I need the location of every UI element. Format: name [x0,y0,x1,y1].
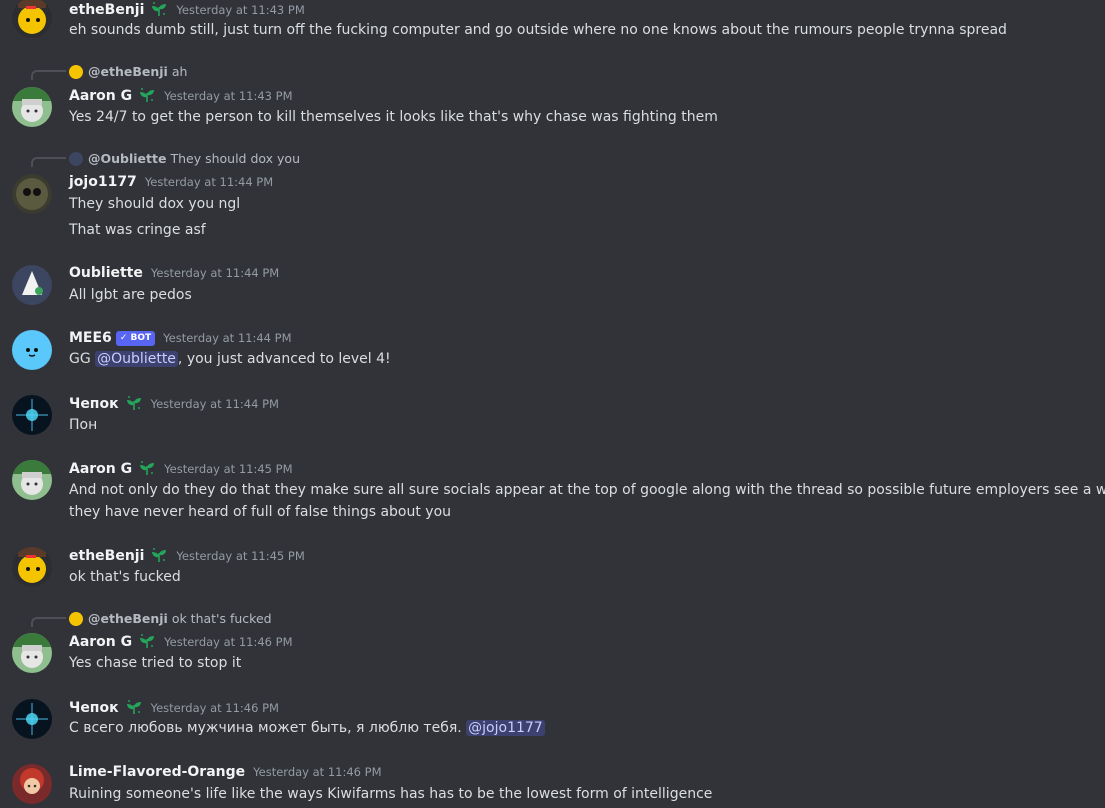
leaf-badge-icon [151,1,168,17]
reply-text: ok that's fucked [171,611,272,626]
author-name[interactable]: Aaron G [69,88,132,104]
author-name[interactable]: Lime-Flavored-Orange [69,764,245,780]
author-name[interactable]: Aaron G [69,461,132,477]
avatar-lime-flavored-orange[interactable] [12,764,52,804]
timestamp: Yesterday at 11:46 PM [150,701,279,715]
text-segment: С всего любовь мужчина может быть, я люб… [69,720,467,736]
author-name[interactable]: Aaron G [69,634,132,650]
leaf-badge-icon [139,87,155,103]
message-text: GG @Oubliette, you just advanced to leve… [69,351,391,367]
timestamp: Yesterday at 11:44 PM [150,266,280,280]
reply-avatar-icon [69,151,83,166]
reply-author[interactable]: @Oubliette [88,151,166,166]
avatar-aaron-g[interactable] [12,87,52,127]
bot-badge-label: BOT [130,333,152,343]
avatar-mee6[interactable] [12,330,52,370]
timestamp: Yesterday at 11:45 PM [176,549,305,563]
reply-text: They should dox you [170,151,300,166]
message-text: That was cringe asf [69,222,206,238]
text-segment: , you just advanced to level 4! [177,351,391,367]
avatar-aaron-g[interactable] [12,633,52,673]
message-text: They should dox you ngl [69,196,241,212]
reply-preview[interactable]: @etheBenji ah [69,64,187,79]
reply-preview[interactable]: @etheBenji ok that's fucked [69,611,272,626]
timestamp: Yesterday at 11:44 PM [163,331,292,345]
timestamp: Yesterday at 11:46 PM [164,635,293,649]
timestamp: Yesterday at 11:45 PM [164,462,293,476]
leaf-badge-icon [125,699,142,715]
message-text: And not only do they do that they make s… [69,482,1105,498]
reply-preview[interactable]: @Oubliette They should dox you [69,151,300,166]
avatar-etheBenji[interactable] [12,0,52,38]
timestamp: Yesterday at 11:43 PM [176,3,305,17]
timestamp: Yesterday at 11:44 PM [150,397,279,411]
message-text: Yes chase tried to stop it [69,655,242,671]
avatar-jojo1177[interactable] [12,174,52,214]
reply-text: ah [171,64,188,79]
avatar-chepok[interactable] [12,395,52,435]
reply-spine [31,70,66,80]
reply-author[interactable]: @etheBenji [88,611,168,626]
user-mention[interactable]: @jojo1177 [466,720,545,736]
leaf-badge-icon [139,460,155,476]
message-text: Пон [69,417,98,433]
leaf-badge-icon [139,633,155,649]
avatar-chepok[interactable] [12,699,52,739]
message-text: eh sounds dumb still, just turn off the … [69,22,1007,38]
message-text: All lgbt are pedos [69,287,192,303]
message-text: ok that's fucked [69,569,181,585]
reply-avatar-icon [69,611,83,626]
timestamp: Yesterday at 11:46 PM [253,765,382,779]
message-text: Yes 24/7 to get the person to kill thems… [69,109,718,125]
reply-spine [31,617,66,627]
author-name[interactable]: Oubliette [69,265,143,281]
avatar-oubliette[interactable] [12,265,52,305]
leaf-badge-icon [125,395,142,411]
reply-avatar-icon [69,64,83,79]
message-text: they have never heard of full of false t… [69,504,452,520]
message-text: Ruining someone's life like the ways Kiw… [69,786,713,802]
timestamp: Yesterday at 11:44 PM [144,175,274,189]
author-name[interactable]: Чепок [69,700,119,716]
author-name[interactable]: etheBenji [69,2,144,18]
author-name[interactable]: MEE6 [69,330,112,346]
message-text: С всего любовь мужчина может быть, я люб… [69,720,545,736]
timestamp: Yesterday at 11:43 PM [164,89,293,103]
author-name[interactable]: jojo1177 [69,174,137,190]
bot-badge: ✓ BOT [115,330,156,346]
check-icon: ✓ [119,333,131,343]
author-name[interactable]: etheBenji [69,548,144,564]
author-name[interactable]: Чепок [69,396,119,412]
text-segment: GG [69,351,96,367]
reply-spine [31,157,66,167]
leaf-badge-icon [151,547,168,563]
reply-author[interactable]: @etheBenji [88,64,168,79]
avatar-etheBenji[interactable] [12,547,52,587]
avatar-aaron-g[interactable] [12,460,52,500]
user-mention[interactable]: @Oubliette [95,351,178,367]
